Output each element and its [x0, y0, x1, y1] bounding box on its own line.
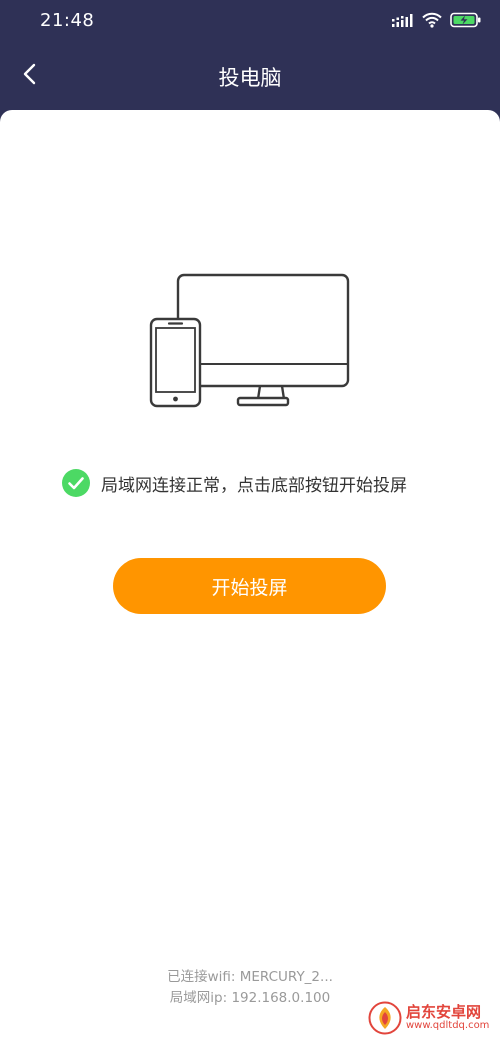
content-panel: 局域网连接正常，点击底部按钮开始投屏 开始投屏 已连接wifi: MERCURY…: [0, 110, 500, 1039]
title-bar: 投电脑: [0, 44, 500, 110]
page-title: 投电脑: [218, 66, 282, 90]
wifi-info: 已连接wifi: MERCURY_2...: [167, 969, 333, 985]
watermark-logo-icon: [368, 1001, 402, 1035]
battery-charging-icon: [450, 12, 482, 32]
watermark-name: 启东安卓网: [406, 1002, 482, 1021]
screen: 21:48 投电脑 局域网连接正常，点击底部按钮开始投屏 开始投屏 已连接wif…: [0, 0, 500, 1039]
signal-icon: [392, 13, 414, 32]
wifi-icon: [422, 12, 442, 32]
watermark-text: 启东安卓网 www.qdltdq.com: [406, 1004, 489, 1032]
connection-status: 局域网连接正常，点击底部按钮开始投屏: [62, 468, 407, 498]
check-circle-icon: [62, 469, 90, 497]
watermark-url: www.qdltdq.com: [406, 1020, 490, 1032]
status-time: 21:48: [40, 10, 95, 31]
start-casting-button[interactable]: 开始投屏: [113, 558, 386, 614]
status-message: 局域网连接正常，点击底部按钮开始投屏: [101, 475, 407, 496]
status-icons: [392, 11, 482, 33]
phone-and-monitor-icon: [148, 272, 352, 408]
watermark: 启东安卓网 www.qdltdq.com: [368, 996, 500, 1039]
status-bar: 21:48: [0, 0, 500, 44]
